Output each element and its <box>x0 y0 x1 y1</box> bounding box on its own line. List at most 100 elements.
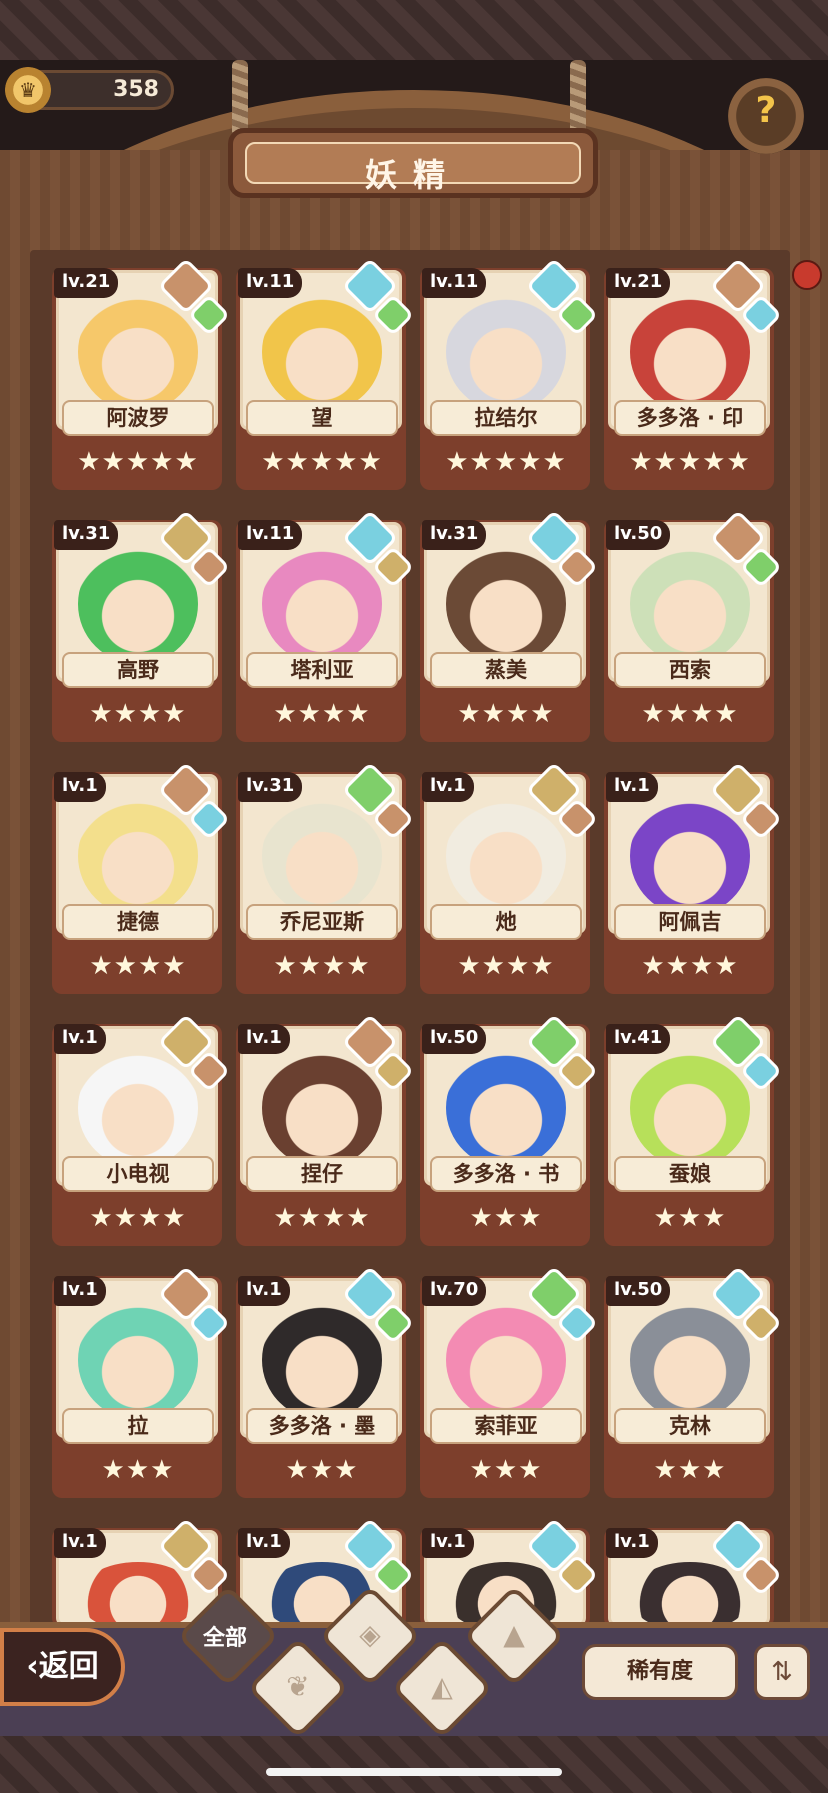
fairy-name: 克林 <box>614 1408 766 1444</box>
sort-icon: ⇅ <box>771 1657 793 1687</box>
sort-order-button[interactable]: ⇅ <box>754 1644 810 1700</box>
fairy-card[interactable]: lv.1 <box>48 1517 231 1632</box>
star-rating: ★★★★ <box>89 951 187 981</box>
star-rating: ★★★★ <box>89 1203 187 1233</box>
fairy-name: 捏仔 <box>246 1156 398 1192</box>
star-rating: ★★★★ <box>89 699 187 729</box>
home-indicator[interactable] <box>266 1768 562 1776</box>
fairy-card[interactable]: lv.11 望 ★★★★★ <box>232 257 415 494</box>
fairy-card[interactable]: lv.50 西索 ★★★★ <box>600 509 783 746</box>
fairy-portrait <box>446 1300 566 1420</box>
fairy-portrait <box>446 796 566 916</box>
fairy-level: lv.41 <box>606 1024 671 1054</box>
rarity-sort-button[interactable]: 稀有度 <box>582 1644 738 1700</box>
fairy-portrait <box>630 796 750 916</box>
fairy-card[interactable]: lv.1 小电视 ★★★★ <box>48 1013 231 1250</box>
fairy-name: 乔尼亚斯 <box>246 904 398 940</box>
fairy-portrait <box>262 796 382 916</box>
fairy-card[interactable]: lv.1 多多洛 · 墨 ★★★ <box>232 1265 415 1502</box>
back-button[interactable]: ‹返回 <box>0 1628 125 1706</box>
fairy-level: lv.1 <box>238 1276 290 1306</box>
fairy-card[interactable]: lv.31 蒸美 ★★★★ <box>416 509 599 746</box>
fairy-card[interactable]: lv.50 克林 ★★★ <box>600 1265 783 1502</box>
fairy-level: lv.1 <box>54 1276 106 1306</box>
star-rating: ★★★★ <box>273 1203 371 1233</box>
fairy-name: 拉结尔 <box>430 400 582 436</box>
fairy-name: 阿佩吉 <box>614 904 766 940</box>
fairy-card[interactable]: lv.1 拉 ★★★ <box>48 1265 231 1502</box>
fairy-name: 多多洛 · 墨 <box>246 1408 398 1444</box>
fairy-level: lv.21 <box>606 268 671 298</box>
fairy-card[interactable]: lv.11 拉结尔 ★★★★★ <box>416 257 599 494</box>
fairy-portrait <box>446 292 566 412</box>
fairy-name: 多多洛 · 印 <box>614 400 766 436</box>
fairy-portrait <box>630 1300 750 1420</box>
question-icon: ? <box>755 90 777 131</box>
star-rating: ★★★ <box>653 1203 727 1233</box>
fairy-portrait <box>78 544 198 664</box>
fairy-name: 高野 <box>62 652 214 688</box>
water-icon: ◈ <box>359 1618 381 1651</box>
fairy-card[interactable]: lv.1 捏仔 ★★★★ <box>232 1013 415 1250</box>
star-rating: ★★★★★ <box>261 447 383 477</box>
fairy-portrait <box>262 292 382 412</box>
fairy-name: 塔利亚 <box>246 652 398 688</box>
fairy-portrait <box>78 1300 198 1420</box>
fairy-card[interactable]: lv.50 多多洛 · 书 ★★★ <box>416 1013 599 1250</box>
fairy-name: 小电视 <box>62 1156 214 1192</box>
star-rating: ★★★ <box>469 1455 543 1485</box>
fairy-card[interactable]: lv.1 <box>600 1517 783 1632</box>
currency-amount: 358 <box>113 77 159 102</box>
fairy-name: 灺 <box>430 904 582 940</box>
title-banner-inner: 妖精 <box>245 142 581 194</box>
star-rating: ★★★★ <box>641 699 739 729</box>
fairy-portrait <box>262 1048 382 1168</box>
fairy-level: lv.31 <box>238 772 303 802</box>
fairy-level: lv.50 <box>606 520 671 550</box>
fairy-level: lv.1 <box>422 1528 474 1558</box>
fairy-name: 捷德 <box>62 904 214 940</box>
fairy-card[interactable]: lv.31 乔尼亚斯 ★★★★ <box>232 761 415 998</box>
fairy-portrait <box>78 1048 198 1168</box>
fairy-portrait <box>630 544 750 664</box>
fairy-level: lv.11 <box>238 268 303 298</box>
fairy-card[interactable]: lv.41 蚕娘 ★★★ <box>600 1013 783 1250</box>
fairy-portrait <box>262 544 382 664</box>
top-pattern <box>0 0 828 60</box>
fairy-card[interactable]: lv.1 捷德 ★★★★ <box>48 761 231 998</box>
star-rating: ★★★★ <box>641 951 739 981</box>
fairy-name: 西索 <box>614 652 766 688</box>
star-rating: ★★★★★ <box>77 447 199 477</box>
fairy-level: lv.11 <box>422 268 487 298</box>
fairy-level: lv.50 <box>422 1024 487 1054</box>
currency-counter[interactable]: ♛ 358 <box>5 67 174 113</box>
fairy-level: lv.1 <box>606 1528 658 1558</box>
back-chevron-icon: ‹ <box>26 1649 39 1684</box>
fairy-name: 索菲亚 <box>430 1408 582 1444</box>
fairy-level: lv.1 <box>54 1528 106 1558</box>
fairy-portrait <box>630 1048 750 1168</box>
filter-all-label: 全部 <box>203 1626 248 1651</box>
fairy-name: 望 <box>246 400 398 436</box>
help-button[interactable]: ? <box>728 78 804 154</box>
fairy-level: lv.1 <box>54 772 106 802</box>
star-rating: ★★★★★ <box>445 447 567 477</box>
star-rating: ★★★ <box>285 1455 359 1485</box>
fairy-card[interactable]: lv.11 塔利亚 ★★★★ <box>232 509 415 746</box>
fairy-level: lv.1 <box>422 772 474 802</box>
title-banner: 妖精 <box>228 128 598 198</box>
fairy-name: 多多洛 · 书 <box>430 1156 582 1192</box>
page-title: 妖精 <box>364 156 461 194</box>
home-indicator-area <box>0 1736 828 1793</box>
fairy-card[interactable]: lv.70 索菲亚 ★★★ <box>416 1265 599 1502</box>
fairy-level: lv.50 <box>606 1276 671 1306</box>
fairy-card[interactable]: lv.21 多多洛 · 印 ★★★★★ <box>600 257 783 494</box>
star-rating: ★★★★ <box>457 699 555 729</box>
fairy-level: lv.1 <box>606 772 658 802</box>
fairy-name: 蚕娘 <box>614 1156 766 1192</box>
fairy-card[interactable]: lv.1 灺 ★★★★ <box>416 761 599 998</box>
fairy-card[interactable]: lv.1 阿佩吉 ★★★★ <box>600 761 783 998</box>
fairy-card[interactable]: lv.31 高野 ★★★★ <box>48 509 231 746</box>
fairy-card[interactable]: lv.21 阿波罗 ★★★★★ <box>48 257 231 494</box>
fairy-portrait <box>630 292 750 412</box>
